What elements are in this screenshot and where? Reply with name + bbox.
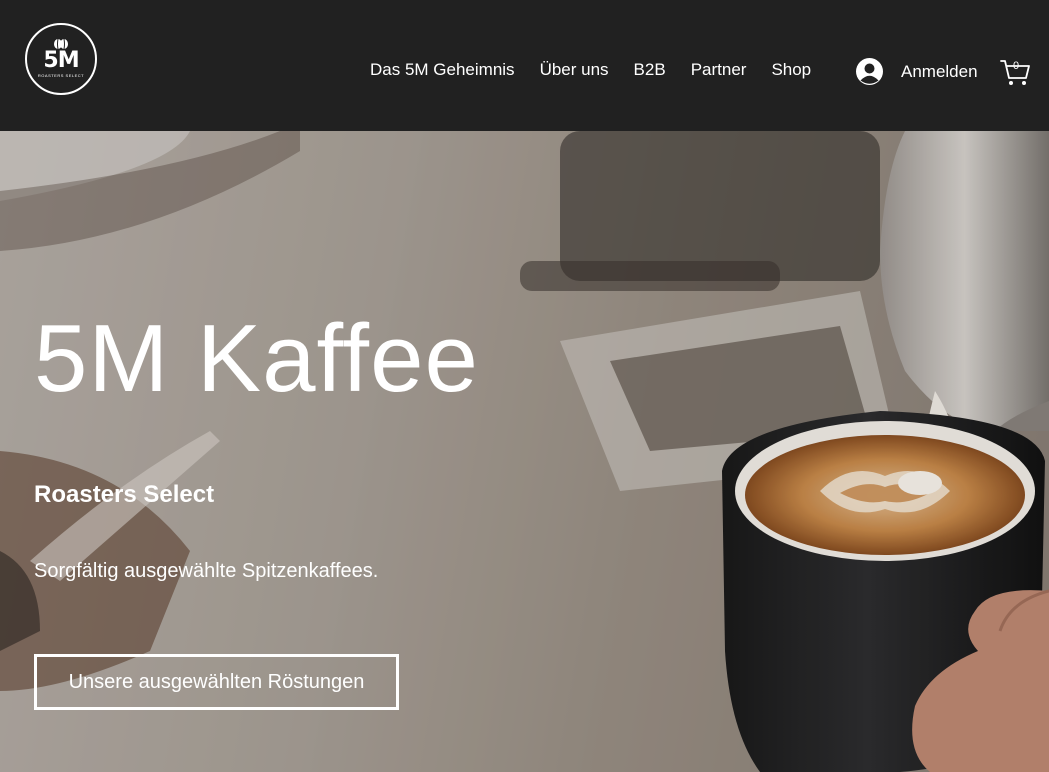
logo-subtitle: ROASTERS SELECT [37,73,85,78]
site-logo[interactable]: 5M ROASTERS SELECT [25,23,97,95]
nav-item-ueber-uns[interactable]: Über uns [540,60,609,80]
cart-count: 0 [1013,60,1020,72]
main-nav: Das 5M Geheimnis Über uns B2B Partner Sh… [370,60,811,80]
cart-button[interactable]: 0 [1000,57,1032,87]
roastings-cta-button[interactable]: Unsere ausgewählten Röstungen [34,654,399,710]
nav-item-geheimnis[interactable]: Das 5M Geheimnis [370,60,515,80]
login-label: Anmelden [901,61,978,81]
nav-item-shop[interactable]: Shop [771,60,811,80]
hero-subtitle: Roasters Select [34,481,215,508]
nav-item-partner[interactable]: Partner [691,60,747,80]
logo-mark: 5M [43,48,79,73]
user-avatar-icon [856,58,883,85]
hero-tagline: Sorgfältig ausgewählte Spitzenkaffees. [34,560,379,582]
site-header: 5M ROASTERS SELECT Das 5M Geheimnis Über… [0,0,1049,131]
login-button[interactable]: Anmelden [856,58,978,85]
hero-section: 5M Kaffee Roasters Select Sorgfältig aus… [0,131,1049,772]
hero-title: 5M Kaffee [34,305,479,412]
nav-item-b2b[interactable]: B2B [634,60,666,80]
